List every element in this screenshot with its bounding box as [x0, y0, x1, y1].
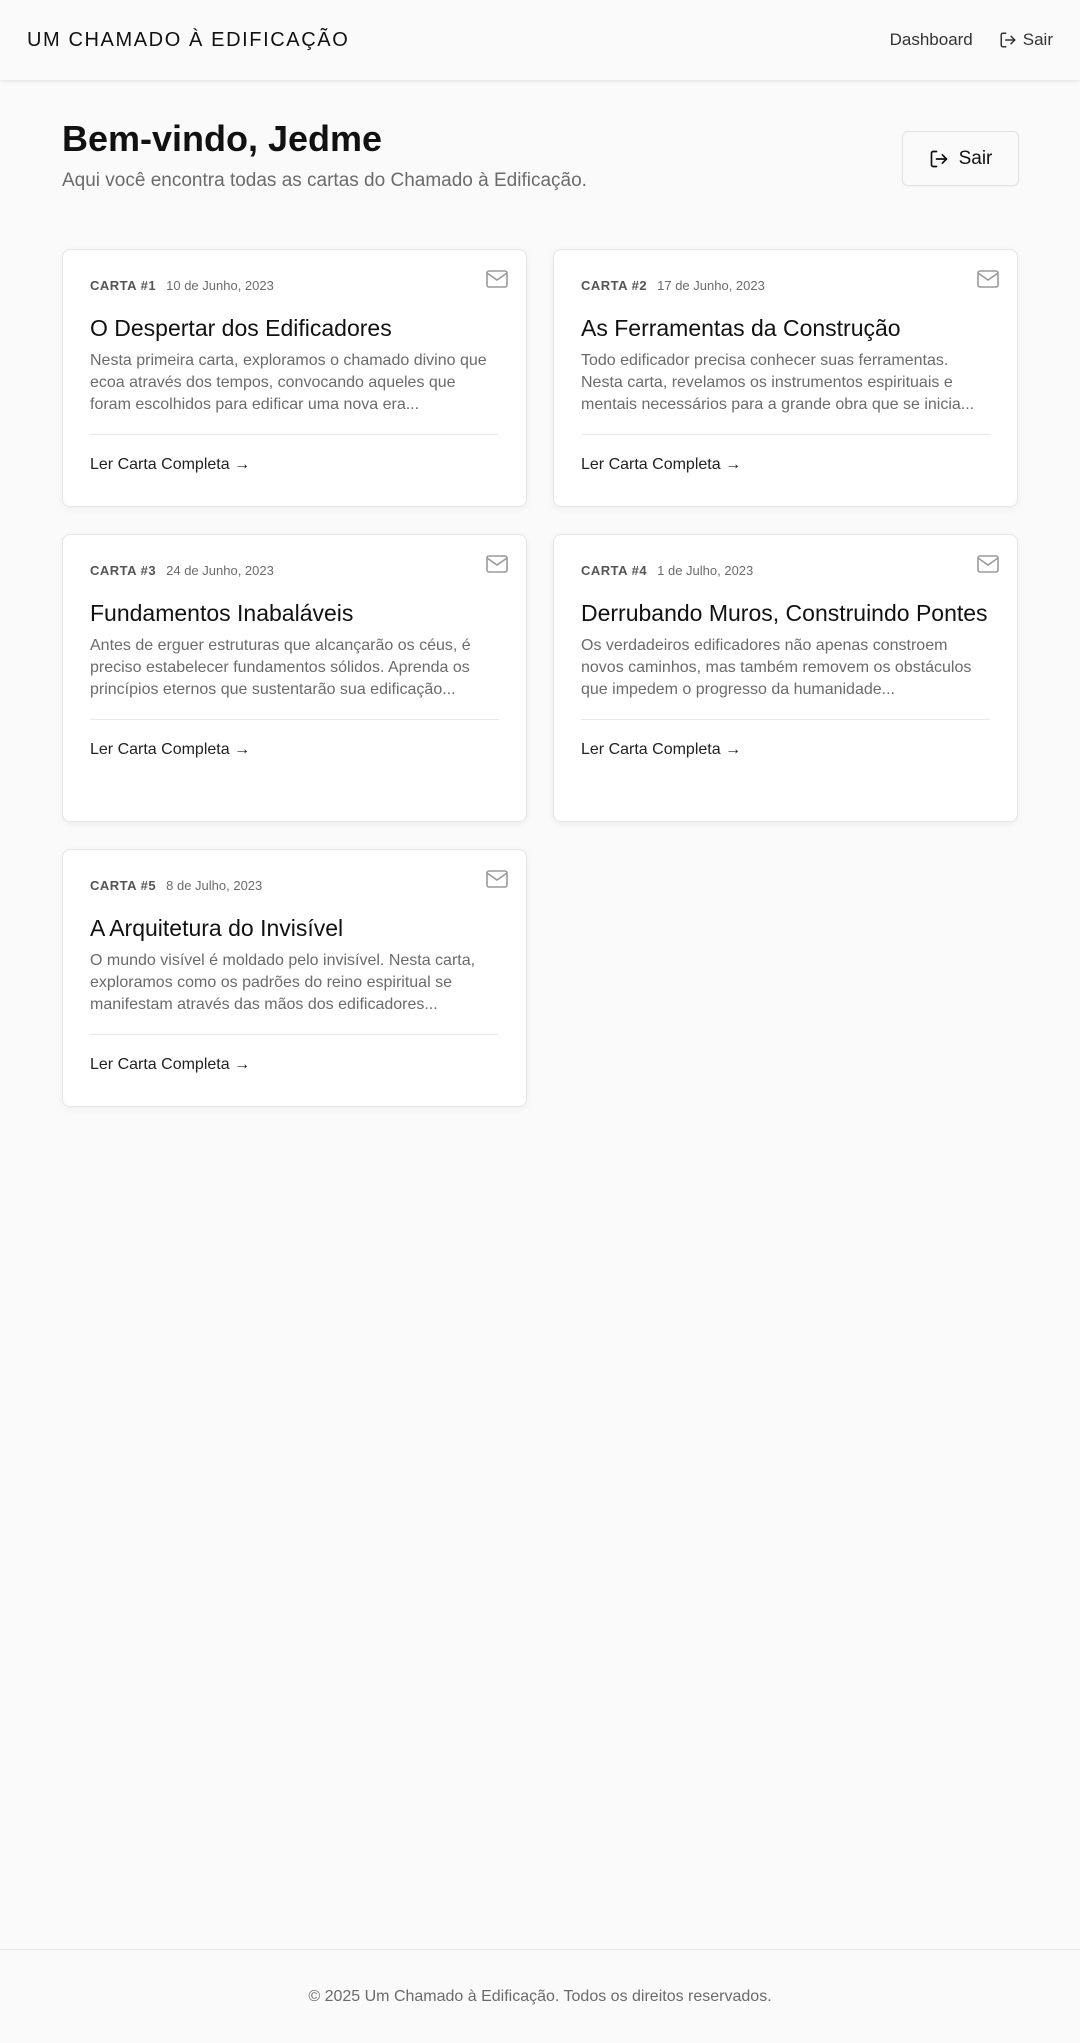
nav-logout-link[interactable]: Sair	[999, 30, 1053, 50]
read-full-letter-link[interactable]: Ler Carta Completa →	[90, 741, 250, 759]
card-title[interactable]: As Ferramentas da Construção	[581, 313, 990, 344]
mail-icon	[486, 870, 508, 888]
mail-icon	[977, 555, 999, 573]
card-date: 24 de Junho, 2023	[166, 563, 274, 578]
card-title[interactable]: O Despertar dos Edificadores	[90, 313, 499, 344]
card-meta: CARTA #2 17 de Junho, 2023	[581, 278, 990, 293]
nav-dashboard-label: Dashboard	[889, 30, 973, 49]
card-date: 8 de Julho, 2023	[166, 878, 263, 893]
letter-card[interactable]: CARTA #5 8 de Julho, 2023 A Arquitetura …	[62, 849, 527, 1107]
card-meta: CARTA #4 1 de Julho, 2023	[581, 563, 990, 578]
logout-button[interactable]: Sair	[902, 131, 1019, 186]
card-divider	[581, 719, 990, 720]
page-title: Bem-vindo, Jedme	[62, 118, 383, 159]
card-date: 17 de Junho, 2023	[657, 278, 765, 293]
letter-card[interactable]: CARTA #1 10 de Junho, 2023 O Despertar d…	[62, 249, 527, 507]
card-number: CARTA #3	[90, 563, 157, 578]
nav-logout-label: Sair	[1022, 30, 1053, 49]
card-excerpt: Todo edificador precisa conhecer suas fe…	[581, 352, 975, 413]
logout-button-label: Sair	[958, 147, 993, 169]
welcome-section: Bem-vindo, Jedme Aqui você encontra toda…	[62, 118, 587, 192]
card-meta: CARTA #5 8 de Julho, 2023	[90, 878, 499, 893]
letter-card[interactable]: CARTA #3 24 de Junho, 2023 Fundamentos I…	[62, 534, 527, 822]
card-title[interactable]: A Arquitetura do Invisível	[90, 913, 499, 944]
card-number: CARTA #2	[581, 278, 648, 293]
card-date: 10 de Junho, 2023	[166, 278, 274, 293]
read-full-letter-link[interactable]: Ler Carta Completa →	[581, 741, 741, 759]
top-navigation-bar: UM CHAMADO À EDIFICAÇÃO Dashboard Sair	[0, 0, 1080, 80]
letter-card[interactable]: CARTA #4 1 de Julho, 2023 Derrubando Mur…	[553, 534, 1018, 822]
read-full-letter-link[interactable]: Ler Carta Completa →	[581, 456, 741, 474]
card-meta: CARTA #3 24 de Junho, 2023	[90, 563, 499, 578]
top-nav: Dashboard Sair	[890, 30, 1053, 50]
card-title[interactable]: Fundamentos Inabaláveis	[90, 598, 499, 629]
letter-card[interactable]: CARTA #2 17 de Junho, 2023 As Ferramenta…	[553, 249, 1018, 507]
card-number: CARTA #1	[90, 278, 157, 293]
logout-icon	[1000, 32, 1016, 48]
mail-icon	[486, 270, 508, 288]
card-meta: CARTA #1 10 de Junho, 2023	[90, 278, 499, 293]
card-divider	[581, 434, 990, 435]
card-divider	[90, 719, 499, 720]
card-excerpt: Antes de erguer estruturas que alcançarã…	[90, 637, 471, 698]
read-full-letter-link[interactable]: Ler Carta Completa →	[90, 456, 250, 474]
mail-icon	[486, 555, 508, 573]
card-excerpt: Nesta primeira carta, exploramos o chama…	[90, 352, 487, 413]
card-number: CARTA #5	[90, 878, 157, 893]
mail-icon	[977, 270, 999, 288]
card-title[interactable]: Derrubando Muros, Construindo Pontes	[581, 598, 990, 629]
card-divider	[90, 434, 499, 435]
footer-copyright: © 2025 Um Chamado à Edificação. Todos os…	[308, 1987, 772, 2005]
logout-icon	[930, 150, 947, 167]
site-brand[interactable]: UM CHAMADO À EDIFICAÇÃO	[27, 29, 349, 52]
card-excerpt: Os verdadeiros edificadores não apenas c…	[581, 637, 972, 698]
card-date: 1 de Julho, 2023	[657, 563, 754, 578]
card-number: CARTA #4	[581, 563, 648, 578]
card-excerpt: O mundo visível é moldado pelo invisível…	[90, 952, 476, 1013]
nav-dashboard-link[interactable]: Dashboard	[890, 30, 973, 50]
card-divider	[90, 1034, 499, 1035]
page-footer: © 2025 Um Chamado à Edificação. Todos os…	[0, 1949, 1080, 2043]
page-subtitle: Aqui você encontra todas as cartas do Ch…	[62, 170, 587, 191]
read-full-letter-link[interactable]: Ler Carta Completa →	[90, 1056, 250, 1074]
